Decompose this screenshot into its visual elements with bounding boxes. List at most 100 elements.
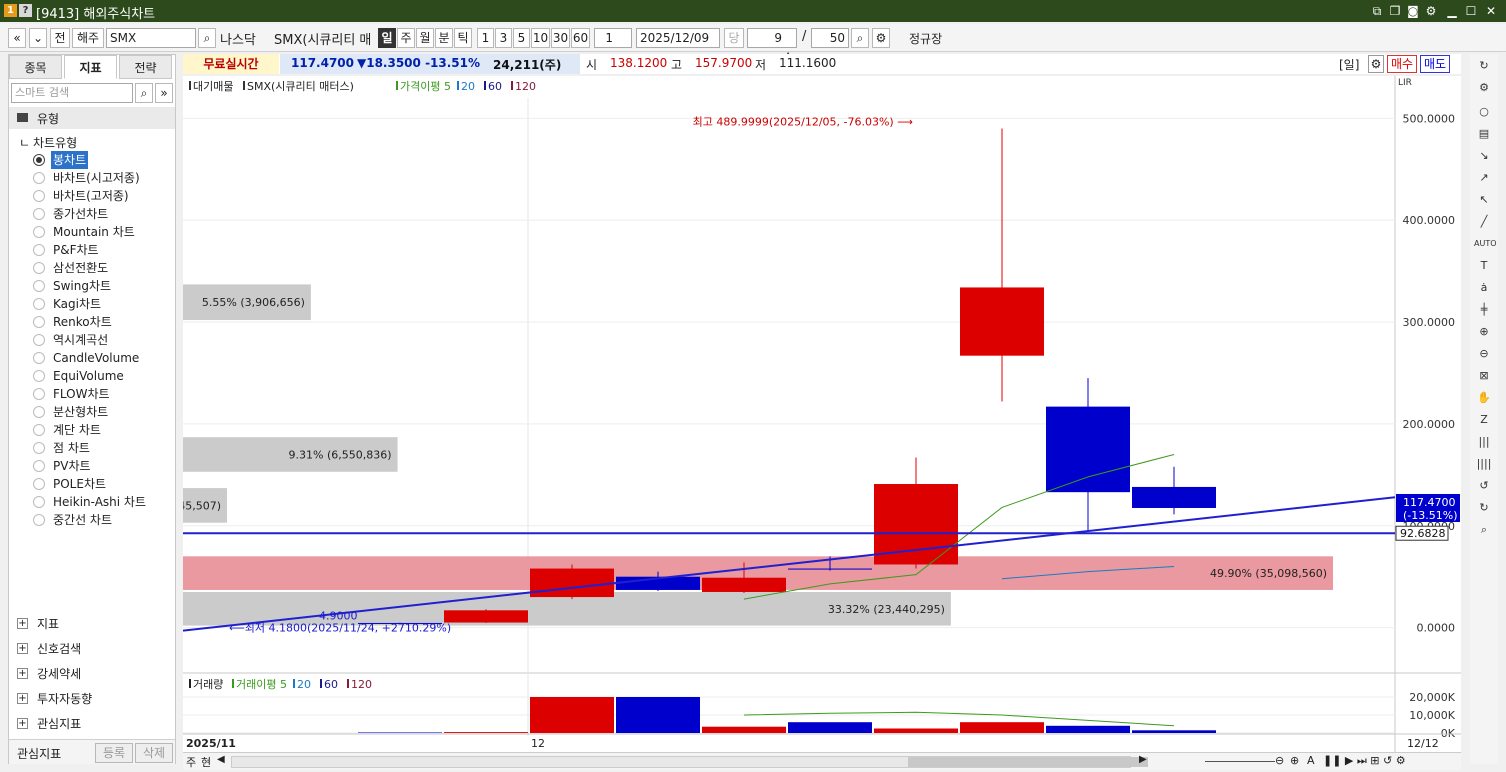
scroll-left-icon[interactable]: ◀ — [217, 754, 225, 765]
chart-type-radio[interactable] — [33, 514, 45, 526]
market-button[interactable]: 해주 — [72, 28, 104, 48]
register-button[interactable]: 등록 — [95, 743, 133, 763]
left-tab[interactable]: 종목 — [9, 55, 62, 79]
chart-settings-icon[interactable]: ⚙ — [1368, 55, 1384, 73]
zoom-out-small-icon[interactable]: ⊖ — [1275, 754, 1284, 767]
period-button[interactable]: 틱 — [454, 28, 472, 48]
smart-search-input[interactable]: 스마트 검색 — [11, 83, 133, 103]
chart-type-radio[interactable] — [33, 154, 45, 166]
chart-type-radio[interactable] — [33, 244, 45, 256]
maximize-icon[interactable]: ☐ — [1463, 3, 1479, 19]
interval-button[interactable]: 1 — [477, 28, 494, 48]
camera-icon[interactable]: ◙ — [1405, 3, 1421, 19]
expand-plus-icon[interactable]: + — [17, 693, 28, 704]
scroll-right-icon[interactable]: ▶ — [1139, 754, 1147, 765]
auto-tool-icon[interactable]: AUTO — [1474, 234, 1497, 254]
chart-type-radio[interactable] — [33, 172, 45, 184]
chart-type-radio[interactable] — [33, 208, 45, 220]
prev-symbol-button[interactable]: 전 — [50, 28, 70, 48]
interval-button[interactable]: 10 — [531, 28, 550, 48]
fit-icon[interactable]: ⊠ — [1474, 366, 1494, 386]
period-button[interactable]: 분 — [435, 28, 453, 48]
redo-icon[interactable]: ↻ — [1474, 498, 1494, 518]
total-input[interactable]: 50 — [811, 28, 849, 48]
sell-button[interactable]: 매도 — [1420, 55, 1450, 73]
symbol-input[interactable]: SMX — [106, 28, 196, 48]
chart-type-radio[interactable] — [33, 352, 45, 364]
chart-type-radio[interactable] — [33, 262, 45, 274]
bars-input[interactable]: 9 — [747, 28, 797, 48]
nav-prev-button[interactable]: « — [8, 28, 26, 48]
interval-button[interactable]: 3 — [495, 28, 512, 48]
chart-area[interactable]: 500.0000400.0000300.0000200.0000100.0000… — [118, 76, 1461, 754]
period-button[interactable]: 일 — [378, 28, 396, 48]
pane-scale-icon[interactable]: LIR — [1398, 78, 1412, 88]
chart-svg[interactable]: 500.0000400.0000300.0000200.0000100.0000… — [118, 76, 1461, 754]
collapse-icon[interactable]: » — [155, 83, 173, 103]
play-control-icon[interactable]: ❚❚ ▶ ⏭ ⊞ ↺ ⚙ — [1323, 754, 1406, 768]
undo-icon[interactable]: ↺ — [1474, 476, 1494, 496]
expand-plus-icon[interactable]: + — [17, 718, 28, 729]
chart-type-radio[interactable] — [33, 496, 45, 508]
chart-type-radio[interactable] — [33, 478, 45, 490]
expand-plus-icon[interactable]: + — [17, 618, 28, 629]
zoom-in-small-icon[interactable]: ⊕ — [1290, 754, 1299, 767]
period-button[interactable]: 월 — [416, 28, 434, 48]
pointer-tool-icon[interactable]: ↖ — [1474, 190, 1494, 210]
magnifier-icon[interactable]: ⌕ — [1474, 520, 1494, 540]
dang-button[interactable]: 당 — [724, 28, 744, 48]
nav-dropdown-button[interactable]: ⌄ — [29, 28, 47, 48]
chart-type-radio[interactable] — [33, 406, 45, 418]
zoom-search-icon[interactable]: ⌕ — [851, 28, 869, 48]
chart-type-radio[interactable] — [33, 316, 45, 328]
gear-icon[interactable]: ⚙ — [1423, 3, 1439, 19]
link-icon[interactable]: ⧉ — [1369, 3, 1385, 19]
chart-type-radio[interactable] — [33, 370, 45, 382]
zoom-slider[interactable] — [1205, 761, 1275, 762]
expand-plus-icon[interactable]: + — [17, 668, 28, 679]
hand-tool-icon[interactable]: ✋ — [1474, 388, 1494, 408]
settings-gear-icon[interactable]: ⚙ — [872, 28, 890, 48]
left-tab[interactable]: 전략 — [119, 55, 172, 79]
vbars-tool-icon[interactable]: |||| — [1474, 454, 1494, 474]
count-input[interactable]: 1 — [594, 28, 632, 48]
arrow-up-tool-icon[interactable]: ↗ — [1474, 168, 1494, 188]
scrollbar-track[interactable] — [231, 756, 1148, 768]
bars-tool-icon[interactable]: ||| — [1474, 432, 1494, 452]
delete-button[interactable]: 삭제 — [135, 743, 173, 763]
chart-type-radio[interactable] — [33, 190, 45, 202]
period-button[interactable]: 주 — [397, 28, 415, 48]
abc-tool-icon[interactable]: ȧ — [1474, 278, 1494, 298]
bottom-mode-2[interactable]: 현 — [201, 754, 211, 770]
left-tab[interactable]: 지표 — [64, 55, 117, 79]
expand-plus-icon[interactable]: + — [17, 643, 28, 654]
interval-button[interactable]: 60 — [571, 28, 590, 48]
chart-type-radio[interactable] — [33, 334, 45, 346]
tool-settings-icon[interactable]: ⚙ — [1474, 78, 1494, 98]
chart-type-radio[interactable] — [33, 460, 45, 472]
candle-tool-icon[interactable]: ╪ — [1474, 300, 1494, 320]
chart-type-radio[interactable] — [33, 280, 45, 292]
interval-button[interactable]: 5 — [513, 28, 530, 48]
smart-search-icon[interactable]: ⌕ — [135, 83, 153, 103]
copy-icon[interactable]: ❐ — [1387, 3, 1403, 19]
chart-type-radio[interactable] — [33, 226, 45, 238]
minimize-icon[interactable]: ▁ — [1444, 3, 1460, 19]
zigzag-tool-icon[interactable]: Z — [1474, 410, 1494, 430]
search-icon[interactable]: ⌕ — [198, 28, 216, 48]
bottom-mode-1[interactable]: 주 — [186, 754, 196, 770]
scrollbar-thumb[interactable] — [908, 757, 1148, 767]
type-section-header[interactable]: 유형 — [9, 107, 175, 129]
chart-type-radio[interactable] — [33, 442, 45, 454]
line-tool-icon[interactable]: ╱ — [1474, 212, 1494, 232]
chart-tool-icon[interactable]: ▤ — [1474, 124, 1494, 144]
auto-scale-icon[interactable]: A — [1307, 754, 1315, 767]
chart-type-radio[interactable] — [33, 424, 45, 436]
text-tool-icon[interactable]: T — [1474, 256, 1494, 276]
circle-tool-icon[interactable]: ○ — [1474, 102, 1494, 122]
zoom-out-icon[interactable]: ⊖ — [1474, 344, 1494, 364]
zoom-in-icon[interactable]: ⊕ — [1474, 322, 1494, 342]
buy-button[interactable]: 매수 — [1387, 55, 1417, 73]
arrow-tool-icon[interactable]: ↘ — [1474, 146, 1494, 166]
close-icon[interactable]: ✕ — [1483, 3, 1499, 19]
